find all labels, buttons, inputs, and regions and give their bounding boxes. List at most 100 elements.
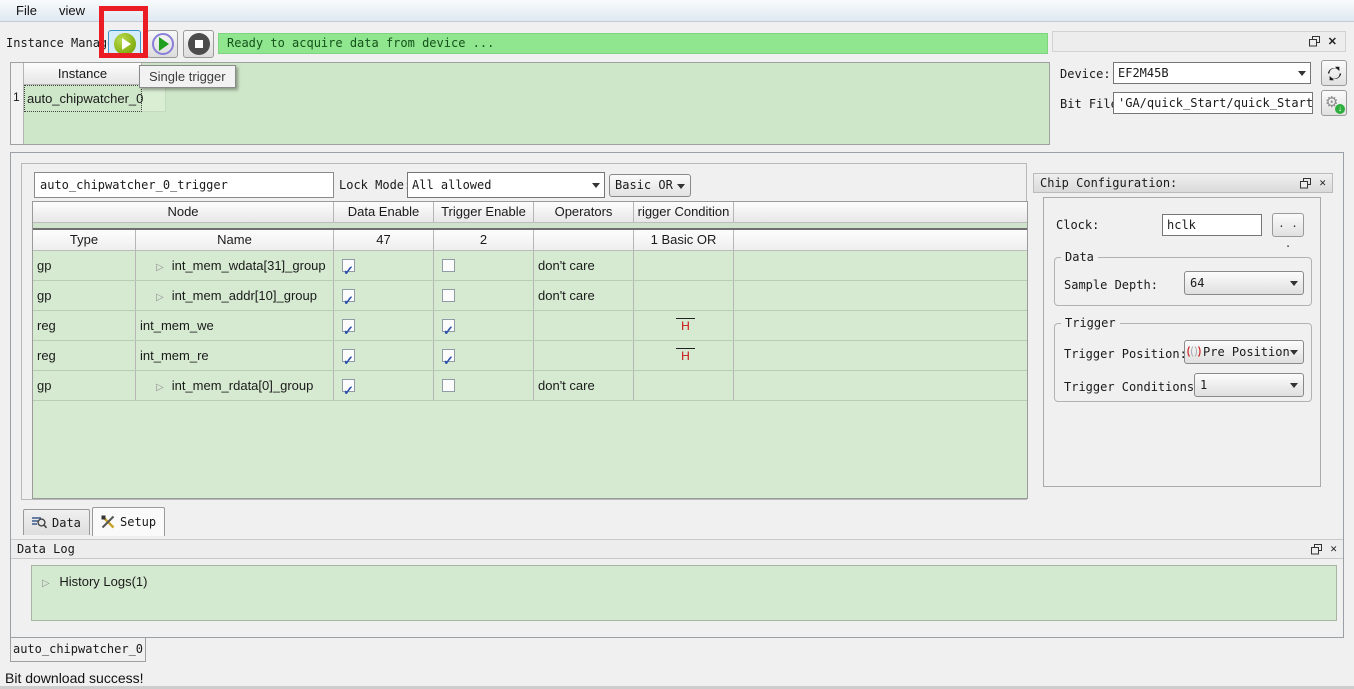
chip-config-titlebar: Chip Configuration: ✕ (1033, 173, 1333, 193)
single-trigger-tooltip: Single trigger (139, 65, 236, 88)
gear-download-icon: ⚙ ↓ (1325, 94, 1343, 112)
data-enable-count: 47 (334, 230, 434, 250)
setup-tools-icon (101, 515, 115, 529)
trigger-enable-count: 2 (434, 230, 534, 250)
instance-bottom-tab[interactable]: auto_chipwatcher_0 (10, 638, 146, 662)
node-type: reg (33, 311, 136, 340)
status-bar: Bit download success! (0, 664, 1354, 689)
table-row[interactable]: gp ▷int_mem_rdata[0]_group don't care (33, 371, 1027, 401)
trigger-enable-checkbox[interactable] (442, 319, 455, 332)
operator-cell[interactable] (534, 341, 634, 370)
chevron-down-icon (677, 184, 685, 189)
trigger-enable-checkbox[interactable] (442, 349, 455, 362)
float-panel-icon[interactable] (1311, 544, 1322, 555)
stop-button[interactable] (183, 30, 214, 58)
col-node[interactable]: Node (33, 202, 334, 222)
close-icon[interactable]: ✕ (1330, 544, 1337, 554)
clock-input[interactable]: hclk (1162, 214, 1262, 236)
trigger-setup-panel: auto_chipwatcher_0_trigger Lock Mode: Al… (21, 163, 1027, 500)
expand-icon[interactable]: ▷ (156, 292, 164, 303)
col-operators[interactable]: Operators (534, 202, 634, 222)
instance-extra-cell (142, 85, 166, 112)
instance-column-header: Instance (24, 63, 142, 85)
trigger-position-label: Trigger Position: (1064, 347, 1187, 361)
status-message: Bit download success! (5, 670, 144, 686)
menu-bar: File view (0, 0, 1354, 22)
col-trigger-condition[interactable]: rigger Condition (634, 202, 734, 222)
trigger-conditions-select[interactable]: 1 (1194, 373, 1304, 397)
chip-config-panel: Clock: hclk . . . Data Sample Depth: 64 … (1043, 197, 1321, 487)
close-icon[interactable]: ✕ (1328, 37, 1337, 47)
sample-depth-label: Sample Depth: (1064, 278, 1158, 292)
node-type: reg (33, 341, 136, 370)
continuous-trigger-button[interactable] (147, 30, 178, 58)
menu-file[interactable]: File (6, 1, 47, 20)
chevron-down-icon (1290, 383, 1298, 388)
node-type: gp (33, 281, 136, 310)
device-panel-titlebar: ✕ (1052, 31, 1346, 52)
clock-browse-button[interactable]: . . . (1272, 213, 1304, 237)
trigger-enable-checkbox[interactable] (442, 379, 455, 392)
tab-setup[interactable]: Setup (92, 507, 165, 536)
trigger-mode-select[interactable]: Basic OR (609, 174, 691, 197)
table-row[interactable]: reg int_mem_re H (33, 341, 1027, 371)
data-enable-checkbox[interactable] (342, 379, 355, 392)
float-panel-icon[interactable] (1309, 36, 1320, 47)
node-name: int_mem_re (136, 341, 334, 370)
trigger-conditions-label: Trigger Conditions (1064, 380, 1194, 394)
table-row[interactable]: gp ▷int_mem_wdata[31]_group don't care (33, 251, 1027, 281)
operator-cell[interactable] (534, 311, 634, 340)
node-name: ▷int_mem_wdata[31]_group (136, 251, 334, 280)
download-bit-button[interactable]: ⚙ ↓ (1321, 90, 1347, 116)
data-enable-checkbox[interactable] (342, 259, 355, 272)
tab-data[interactable]: Data (23, 509, 90, 535)
table-row[interactable]: reg int_mem_we H (33, 311, 1027, 341)
lock-mode-label: Lock Mode: (339, 178, 411, 192)
node-table: Node Data Enable Trigger Enable Operator… (32, 201, 1028, 499)
col-data-enable[interactable]: Data Enable (334, 202, 434, 222)
table-group-header: Node Data Enable Trigger Enable Operator… (33, 202, 1027, 223)
play-ring-icon (152, 33, 174, 55)
table-sub-header: Type Name 47 2 1 Basic OR (33, 230, 1027, 251)
expand-icon[interactable]: ▷ (156, 262, 164, 273)
data-enable-checkbox[interactable] (342, 319, 355, 332)
history-logs-item[interactable]: History Logs(1) (59, 574, 147, 589)
node-name: ▷int_mem_rdata[0]_group (136, 371, 334, 400)
chevron-down-icon (1298, 71, 1306, 76)
table-empty-area (33, 401, 1027, 499)
waveform-position-icon (1187, 346, 1201, 357)
col-trigger-enable[interactable]: Trigger Enable (434, 202, 534, 222)
trigger-enable-checkbox[interactable] (442, 289, 455, 302)
chip-config-title: Chip Configuration: (1040, 174, 1177, 192)
lock-mode-select[interactable]: All allowed (407, 172, 605, 198)
data-enable-checkbox[interactable] (342, 349, 355, 362)
col-type[interactable]: Type (33, 230, 136, 250)
data-log-titlebar: Data Log ✕ (11, 539, 1343, 559)
data-enable-checkbox[interactable] (342, 289, 355, 302)
col-name[interactable]: Name (136, 230, 334, 250)
operator-cell[interactable]: don't care (534, 281, 634, 310)
stop-icon (188, 33, 210, 55)
menu-view[interactable]: view (49, 1, 95, 20)
close-icon[interactable]: ✕ (1319, 178, 1326, 188)
trigger-enable-checkbox[interactable] (442, 259, 455, 272)
instance-row[interactable]: auto_chipwatcher_0 (24, 85, 142, 112)
trigger-name-input[interactable]: auto_chipwatcher_0_trigger (34, 172, 334, 198)
trigger-group-label: Trigger (1061, 316, 1120, 330)
clock-label: Clock: (1056, 218, 1099, 232)
data-group-label: Data (1061, 250, 1098, 264)
expand-icon[interactable]: ▷ (42, 578, 50, 589)
operator-cell[interactable]: don't care (534, 371, 634, 400)
float-panel-icon[interactable] (1300, 178, 1311, 189)
trigger-position-select[interactable]: Pre Position (1184, 340, 1304, 364)
sample-depth-select[interactable]: 64 (1184, 271, 1304, 295)
acquire-status: Ready to acquire data from device ... (218, 33, 1048, 54)
condition-cell[interactable]: H (676, 318, 695, 334)
device-select[interactable]: EF2M45B (1113, 62, 1311, 84)
bitfile-input[interactable]: 'GA/quick_Start/quick_Start.bit (1113, 92, 1313, 114)
condition-cell[interactable]: H (676, 348, 695, 364)
table-row[interactable]: gp ▷int_mem_addr[10]_group don't care (33, 281, 1027, 311)
operator-cell[interactable]: don't care (534, 251, 634, 280)
expand-icon[interactable]: ▷ (156, 382, 164, 393)
refresh-device-button[interactable] (1321, 60, 1347, 86)
